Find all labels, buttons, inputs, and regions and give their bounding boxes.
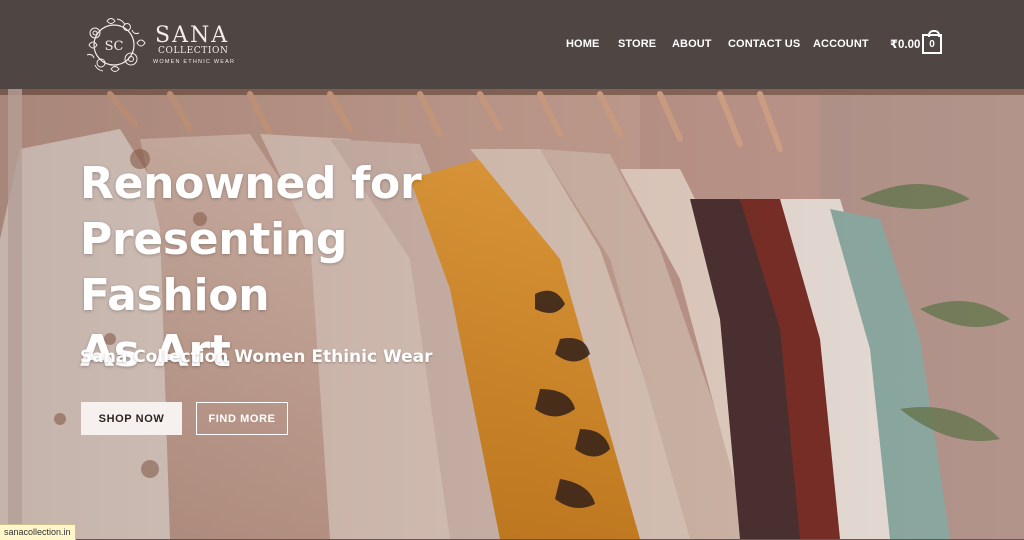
floral-wreath-logo-icon: SC xyxy=(86,18,146,72)
brand-collection: COLLECTION xyxy=(158,46,229,56)
logo-monogram: SC xyxy=(105,39,124,54)
nav-store[interactable]: STORE xyxy=(618,38,656,50)
nav-account[interactable]: ACCOUNT xyxy=(813,38,869,50)
status-bar-url: sanacollection.in xyxy=(0,524,76,540)
cart-count: 0 xyxy=(929,38,935,50)
site-header: SC SANA COLLECTION WOMEN ETHNIC WEAR HOM… xyxy=(0,0,1024,89)
hero-title-line2: Presenting Fashion xyxy=(80,214,348,321)
cart-total[interactable]: ₹0.00 xyxy=(890,37,920,51)
brand-tagline: WOMEN ETHNIC WEAR xyxy=(153,59,236,65)
find-more-button[interactable]: FIND MORE xyxy=(196,402,288,435)
site-logo[interactable]: SC SANA COLLECTION WOMEN ETHNIC WEAR xyxy=(81,13,234,77)
hero-title-line1: Renowned for xyxy=(80,158,422,209)
shop-now-button[interactable]: SHOP NOW xyxy=(81,402,182,435)
cart-bag-icon[interactable]: 0 xyxy=(922,30,942,54)
nav-contact-us[interactable]: CONTACT US xyxy=(728,38,800,50)
brand-name: SANA xyxy=(155,23,230,48)
hero-banner: Renowned for Presenting Fashion As Art S… xyxy=(0,89,1024,539)
hero-subtitle: Sana Collection Women Ethinic Wear xyxy=(80,347,433,367)
nav-about[interactable]: ABOUT xyxy=(672,38,712,50)
nav-home[interactable]: HOME xyxy=(566,38,599,50)
